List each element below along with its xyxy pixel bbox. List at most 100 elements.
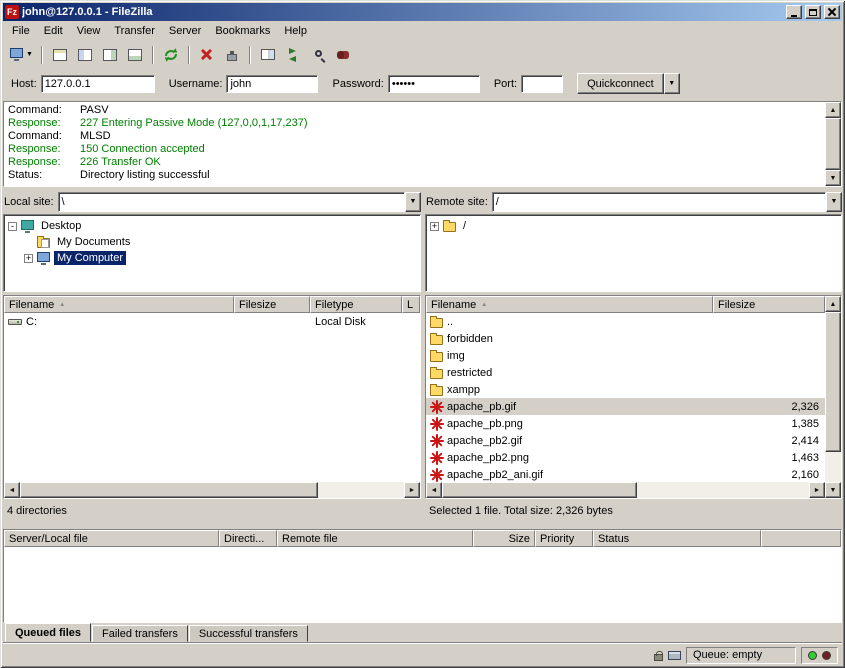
scroll-right-button[interactable]: ► bbox=[809, 482, 825, 498]
synchronized-browsing-button[interactable] bbox=[281, 43, 305, 67]
column-header-filename[interactable]: Filename▲ bbox=[4, 296, 234, 313]
encryption-icon[interactable] bbox=[654, 654, 663, 661]
scroll-left-button[interactable]: ◄ bbox=[4, 482, 20, 498]
menu-bookmarks[interactable]: Bookmarks bbox=[208, 23, 277, 39]
toggle-local-tree-button[interactable] bbox=[73, 43, 97, 67]
menu-help[interactable]: Help bbox=[277, 23, 314, 39]
column-header-filetype[interactable]: Filetype bbox=[310, 296, 402, 313]
tree-item-my-documents[interactable]: My Documents bbox=[6, 234, 418, 250]
maximize-button[interactable] bbox=[805, 5, 821, 19]
column-header-size[interactable]: Size bbox=[473, 530, 535, 547]
tab-failed-transfers[interactable]: Failed transfers bbox=[92, 625, 188, 642]
remote-tree: + / bbox=[425, 214, 842, 292]
remote-site-combo[interactable]: / ▼ bbox=[492, 192, 842, 212]
chevron-down-icon[interactable]: ▼ bbox=[405, 192, 421, 212]
column-header-filesize[interactable]: Filesize bbox=[713, 296, 825, 313]
menu-file[interactable]: File bbox=[5, 23, 37, 39]
column-header-server-local-file[interactable]: Server/Local file bbox=[4, 530, 219, 547]
file-row-apache-pb-gif[interactable]: apache_pb.gif 2,326 bbox=[426, 398, 825, 415]
expand-icon[interactable]: + bbox=[24, 254, 33, 263]
tree-item-root[interactable]: + / bbox=[428, 218, 839, 234]
toggle-remote-tree-button[interactable] bbox=[98, 43, 122, 67]
remote-horizontal-scrollbar[interactable]: ◄ ► bbox=[426, 482, 825, 498]
pane-status-row: 4 directories Selected 1 file. Total siz… bbox=[3, 499, 842, 523]
column-header-filename[interactable]: Filename▲ bbox=[426, 296, 713, 313]
site-manager-button[interactable]: ▼ bbox=[7, 43, 36, 67]
scrollbar-thumb[interactable] bbox=[20, 482, 318, 498]
message-log-icon bbox=[53, 49, 67, 61]
remote-site-value[interactable]: / bbox=[492, 192, 826, 212]
scroll-right-button[interactable]: ► bbox=[404, 482, 420, 498]
scroll-down-button[interactable]: ▼ bbox=[825, 482, 841, 498]
folder-icon bbox=[430, 386, 443, 396]
scroll-up-button[interactable]: ▲ bbox=[825, 296, 841, 312]
column-header-priority[interactable]: Priority bbox=[535, 530, 593, 547]
file-row-apache-pb-png[interactable]: apache_pb.png 1,385 bbox=[426, 415, 825, 432]
scrollbar-thumb[interactable] bbox=[442, 482, 637, 498]
toggle-message-log-button[interactable] bbox=[48, 43, 72, 67]
remote-vertical-scrollbar[interactable]: ▲ ▼ bbox=[825, 296, 841, 498]
close-button[interactable] bbox=[824, 5, 840, 19]
directory-comparison-button[interactable] bbox=[256, 43, 280, 67]
menu-view[interactable]: View bbox=[70, 23, 108, 39]
titlebar[interactable]: Fz john@127.0.0.1 - FileZilla bbox=[3, 3, 842, 21]
disconnect-button[interactable] bbox=[220, 43, 244, 67]
scrollbar-thumb[interactable] bbox=[825, 118, 841, 170]
directory-comparison-icon bbox=[261, 49, 275, 60]
port-input[interactable] bbox=[521, 75, 563, 93]
quickconnect-button[interactable]: Quickconnect bbox=[577, 73, 664, 94]
file-row-restricted[interactable]: restricted bbox=[426, 364, 825, 381]
menu-edit[interactable]: Edit bbox=[37, 23, 70, 39]
column-header-remote-file[interactable]: Remote file bbox=[277, 530, 473, 547]
filter-button[interactable] bbox=[331, 43, 355, 67]
tab-queued-files[interactable]: Queued files bbox=[5, 623, 91, 642]
transfer-type-icon[interactable] bbox=[668, 651, 681, 660]
menu-transfer[interactable]: Transfer bbox=[107, 23, 162, 39]
minimize-button[interactable] bbox=[786, 5, 802, 19]
cancel-button[interactable] bbox=[195, 43, 219, 67]
scrollbar-thumb[interactable] bbox=[825, 312, 841, 452]
search-icon bbox=[315, 50, 322, 57]
column-header-last-modified[interactable]: L bbox=[402, 296, 420, 313]
username-input[interactable] bbox=[226, 75, 318, 93]
queue-header: Server/Local file Directi... Remote file… bbox=[4, 530, 841, 547]
chevron-down-icon[interactable]: ▼ bbox=[826, 192, 842, 212]
message-log: Command:PASV Response:227 Entering Passi… bbox=[3, 101, 842, 187]
queue-tabs: Queued files Failed transfers Successful… bbox=[3, 623, 842, 642]
remote-file-list: Filename▲ Filesize .. forbidden img bbox=[425, 295, 842, 499]
local-site-combo[interactable]: \ ▼ bbox=[58, 192, 421, 212]
file-row-apache-pb2-png[interactable]: apache_pb2.png 1,463 bbox=[426, 449, 825, 466]
host-input[interactable] bbox=[41, 75, 155, 93]
scroll-left-button[interactable]: ◄ bbox=[426, 482, 442, 498]
column-header-direction[interactable]: Directi... bbox=[219, 530, 277, 547]
file-row-apache-pb2-gif[interactable]: apache_pb2.gif 2,414 bbox=[426, 432, 825, 449]
scroll-up-button[interactable]: ▲ bbox=[825, 102, 841, 118]
local-site-value[interactable]: \ bbox=[58, 192, 405, 212]
tree-item-desktop[interactable]: - Desktop bbox=[6, 218, 418, 234]
password-input[interactable] bbox=[388, 75, 480, 93]
file-row-forbidden[interactable]: forbidden bbox=[426, 330, 825, 347]
collapse-icon[interactable]: - bbox=[8, 222, 17, 231]
menu-server[interactable]: Server bbox=[162, 23, 208, 39]
local-horizontal-scrollbar[interactable]: ◄ ► bbox=[4, 482, 420, 498]
file-row-c-drive[interactable]: C: Local Disk bbox=[4, 313, 420, 330]
tree-item-my-computer[interactable]: + My Computer bbox=[6, 250, 418, 266]
refresh-button[interactable] bbox=[159, 43, 183, 67]
log-line: Response:227 Entering Passive Mode (127,… bbox=[8, 117, 821, 130]
log-scrollbar[interactable]: ▲ ▼ bbox=[825, 102, 841, 186]
tab-successful-transfers[interactable]: Successful transfers bbox=[189, 625, 308, 642]
username-label: Username: bbox=[169, 78, 223, 90]
file-row-img[interactable]: img bbox=[426, 347, 825, 364]
expand-icon[interactable]: + bbox=[430, 222, 439, 231]
file-row-parent-dir[interactable]: .. bbox=[426, 313, 825, 330]
local-tree-icon bbox=[78, 49, 92, 61]
toggle-queue-button[interactable] bbox=[123, 43, 147, 67]
find-files-button[interactable] bbox=[306, 43, 330, 67]
scroll-down-button[interactable]: ▼ bbox=[825, 170, 841, 186]
column-header-filesize[interactable]: Filesize bbox=[234, 296, 310, 313]
file-row-apache-pb2-ani-gif[interactable]: apache_pb2_ani.gif 2,160 bbox=[426, 466, 825, 482]
queue-body[interactable] bbox=[4, 547, 841, 622]
column-header-status[interactable]: Status bbox=[593, 530, 761, 547]
file-row-xampp[interactable]: xampp bbox=[426, 381, 825, 398]
quickconnect-dropdown-button[interactable]: ▼ bbox=[664, 73, 680, 94]
